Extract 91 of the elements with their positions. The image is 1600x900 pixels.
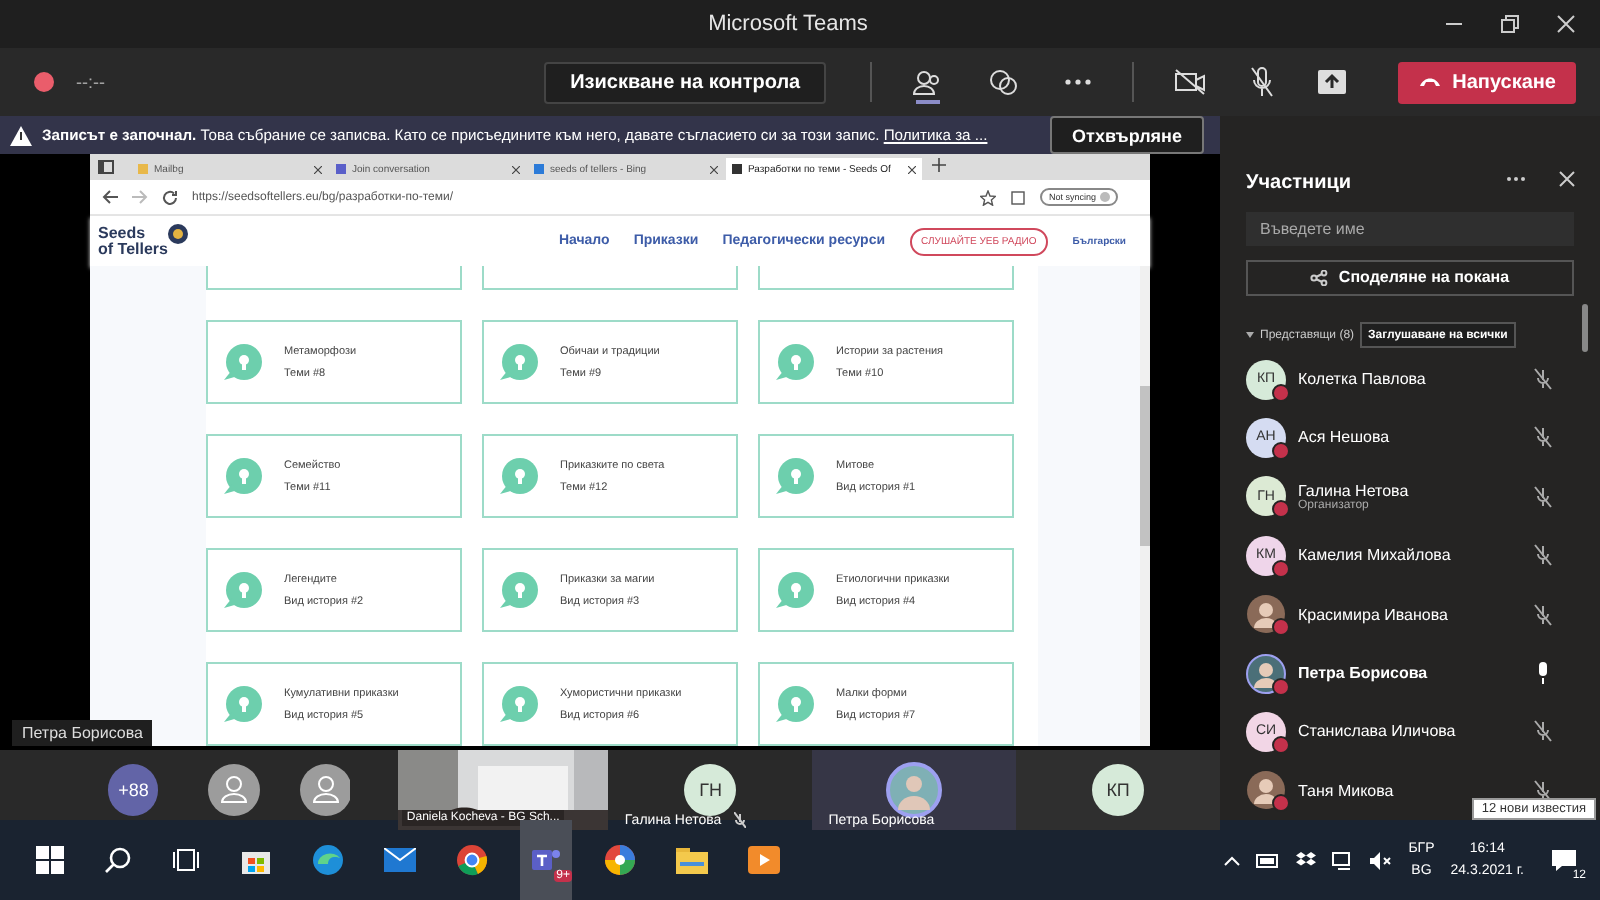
folder-icon[interactable] bbox=[676, 847, 708, 873]
battery-icon[interactable] bbox=[1256, 853, 1281, 867]
mic-off-icon[interactable] bbox=[1534, 368, 1552, 391]
new-tab-icon[interactable] bbox=[932, 158, 946, 172]
globe-icon bbox=[167, 223, 188, 243]
close-tab-icon[interactable] bbox=[314, 165, 322, 173]
collections-icon[interactable] bbox=[1010, 189, 1027, 205]
close-icon[interactable] bbox=[1558, 169, 1576, 188]
warning-icon bbox=[10, 125, 32, 145]
share-icon bbox=[1310, 269, 1329, 286]
more-icon[interactable] bbox=[1506, 175, 1526, 182]
search-field[interactable]: Въведете име bbox=[1246, 212, 1574, 247]
record-icon bbox=[32, 70, 56, 94]
lightbulb-icon bbox=[772, 570, 816, 610]
participant-name[interactable]: Камелия Михайлова bbox=[1298, 546, 1522, 565]
lightbulb-icon bbox=[496, 342, 540, 382]
mic-off-icon[interactable] bbox=[1534, 603, 1552, 626]
mic-off-icon[interactable] bbox=[1534, 485, 1552, 508]
participant-name[interactable]: Колетка Павлова bbox=[1298, 370, 1522, 389]
tab-actions-icon[interactable] bbox=[98, 160, 114, 174]
participant-name[interactable]: Ася Нешова bbox=[1298, 428, 1522, 447]
dropbox-icon[interactable] bbox=[1296, 851, 1317, 869]
chat-icon[interactable] bbox=[988, 68, 1021, 96]
site-logo-bottom[interactable]: of Tellers bbox=[98, 241, 168, 257]
mic-off-icon bbox=[733, 812, 746, 828]
participant-photo-icon bbox=[886, 762, 943, 818]
media-player-icon[interactable] bbox=[748, 846, 780, 874]
favorites-icon[interactable] bbox=[980, 189, 997, 205]
lightbulb-icon bbox=[220, 684, 264, 724]
lightbulb-icon bbox=[220, 456, 264, 496]
lightbulb-icon bbox=[220, 570, 264, 610]
mic-off-icon[interactable] bbox=[1534, 720, 1552, 743]
mic-off-icon[interactable] bbox=[1534, 544, 1552, 567]
back-icon[interactable] bbox=[102, 190, 118, 204]
chrome-icon[interactable] bbox=[456, 844, 488, 876]
lightbulb-icon bbox=[772, 342, 816, 382]
site-logo-top[interactable]: Seeds bbox=[98, 225, 168, 241]
photos-icon[interactable] bbox=[604, 844, 636, 876]
lightbulb-icon bbox=[772, 456, 816, 496]
restore-icon[interactable] bbox=[1500, 14, 1521, 34]
close-tab-icon[interactable] bbox=[512, 165, 520, 173]
mic-icon[interactable] bbox=[1534, 662, 1552, 684]
more-icon[interactable] bbox=[1064, 78, 1093, 86]
task-view-icon[interactable] bbox=[172, 846, 200, 874]
people-icon[interactable] bbox=[912, 68, 945, 104]
volume-muted-icon[interactable] bbox=[1370, 851, 1393, 869]
participant-name[interactable]: Станислава Иличова bbox=[1298, 722, 1522, 741]
tray-expand-icon[interactable] bbox=[1224, 855, 1241, 865]
participant-avatar: КП bbox=[1092, 764, 1145, 816]
share-invite-button[interactable]: Споделяне на покана bbox=[1246, 260, 1574, 296]
call-timer: --:-- bbox=[76, 72, 105, 92]
participant-name[interactable]: Таня Микова bbox=[1298, 781, 1522, 800]
scrollbar-thumb[interactable] bbox=[1582, 303, 1588, 352]
overflow-count[interactable]: +88 bbox=[108, 764, 159, 816]
mic-off-icon[interactable] bbox=[1534, 779, 1552, 802]
panel-title: Участници bbox=[1246, 171, 1354, 194]
participant-name[interactable]: Красимира Иванова bbox=[1298, 605, 1522, 624]
windows-icon[interactable] bbox=[36, 846, 64, 874]
presenter-label: Петра Борисова bbox=[12, 720, 153, 746]
request-control-button[interactable]: Изискване на контрола bbox=[544, 61, 827, 103]
participant-name[interactable]: Петра Борисова bbox=[1298, 664, 1522, 682]
scrollbar-thumb[interactable] bbox=[1140, 386, 1150, 546]
mail-icon[interactable] bbox=[384, 848, 416, 872]
lightbulb-icon bbox=[496, 684, 540, 724]
status-badge bbox=[1272, 500, 1290, 519]
camera-off-icon[interactable] bbox=[1174, 68, 1207, 96]
close-tab-icon[interactable] bbox=[710, 165, 718, 173]
notification-icon bbox=[1550, 848, 1578, 872]
dismiss-button[interactable]: Отхвърляне bbox=[1050, 116, 1204, 154]
network-icon[interactable] bbox=[1332, 851, 1355, 869]
status-badge bbox=[1272, 618, 1290, 637]
window-title: Microsoft Teams bbox=[706, 12, 870, 36]
close-icon[interactable] bbox=[1556, 14, 1577, 34]
mic-off-icon[interactable] bbox=[1534, 426, 1552, 449]
leave-button[interactable]: Напускане bbox=[1398, 61, 1576, 103]
edge-icon[interactable] bbox=[312, 844, 344, 876]
phone-icon bbox=[1418, 76, 1443, 88]
search-icon[interactable] bbox=[104, 846, 132, 874]
participant-avatar: ГН bbox=[684, 764, 737, 816]
lightbulb-icon bbox=[496, 456, 540, 496]
collapse-icon[interactable] bbox=[1246, 332, 1254, 339]
person-avatar-icon[interactable] bbox=[299, 764, 351, 816]
lightbulb-icon bbox=[220, 342, 264, 382]
close-tab-icon[interactable] bbox=[908, 165, 916, 173]
status-badge bbox=[1272, 794, 1290, 813]
share-screen-icon[interactable] bbox=[1318, 70, 1347, 94]
person-avatar-icon[interactable] bbox=[208, 764, 260, 816]
lightbulb-icon bbox=[496, 570, 540, 610]
reload-icon[interactable] bbox=[162, 189, 178, 205]
participant-name[interactable]: Галина Нетова bbox=[1298, 481, 1522, 500]
lightbulb-icon bbox=[772, 684, 816, 724]
